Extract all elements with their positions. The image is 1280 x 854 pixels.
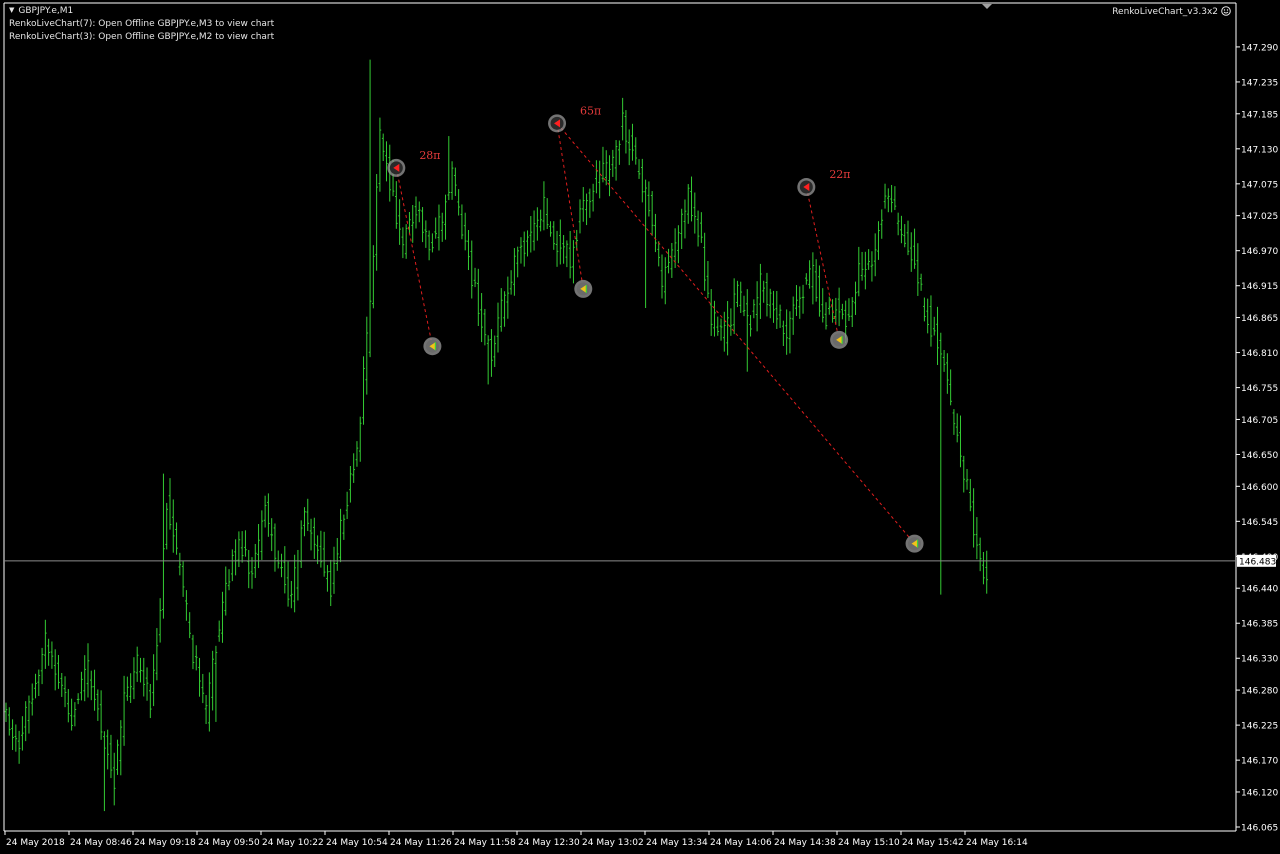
price-tick-label: 147.130	[1241, 145, 1278, 155]
time-tick-label: 24 May 10:54	[326, 838, 388, 848]
time-tick-label: 24 May 16:14	[966, 838, 1028, 848]
price-tick-label: 146.545	[1241, 518, 1278, 528]
expert-advisor-name[interactable]: RenkoLiveChart_v3.3x2	[1112, 7, 1218, 17]
pips-label: 65п	[580, 104, 601, 117]
swing-low-marker[interactable]	[423, 337, 442, 356]
price-tick-label: 146.865	[1241, 314, 1278, 324]
symbol-timeframe-label[interactable]: ▼ GBPJPY.e,M1	[9, 6, 73, 16]
price-tick-label: 146.705	[1241, 416, 1278, 426]
indicator-comment-1: RenkoLiveChart(7): Open Offline GBPJPY.e…	[9, 19, 275, 29]
price-tick-label: 146.280	[1241, 687, 1278, 697]
time-tick-label: 24 May 11:58	[454, 838, 516, 848]
chart-window[interactable]: 28п 65п 22п 147.290 147.235 147.185 147.130 14…	[0, 0, 1280, 854]
time-tick-label: 24 May 13:02	[582, 838, 644, 848]
time-tick-label: 24 May 13:34	[646, 838, 708, 848]
swing-low-marker[interactable]	[574, 279, 593, 298]
time-tick-label: 24 May 08:46	[70, 838, 132, 848]
price-tick-label: 146.330	[1241, 655, 1278, 665]
smiley-icon[interactable]	[1221, 6, 1231, 16]
swing-low-marker[interactable]	[830, 330, 849, 349]
price-tick-label: 146.225	[1241, 722, 1278, 732]
price-tick-label: 146.120	[1241, 788, 1278, 798]
price-tick-label: 146.650	[1241, 451, 1278, 461]
time-tick-label: 24 May 14:06	[710, 838, 772, 848]
time-tick-label: 24 May 10:22	[262, 838, 324, 848]
price-tick-label: 146.915	[1241, 282, 1278, 292]
price-tick-label: 147.025	[1241, 212, 1278, 222]
chart-menu-arrow-icon[interactable]: ▼	[9, 6, 14, 14]
price-tick-label: 146.600	[1241, 483, 1278, 493]
price-tick-label: 146.170	[1241, 757, 1278, 767]
price-tick-label: 147.235	[1241, 78, 1278, 88]
time-tick-label: 24 May 12:30	[518, 838, 580, 848]
swing-low-marker[interactable]	[905, 534, 924, 553]
indicator-comment-2: RenkoLiveChart(3): Open Offline GBPJPY.e…	[9, 32, 275, 42]
price-chart[interactable]: 28п 65п 22п 147.290 147.235 147.185 147.130 14…	[0, 0, 1280, 854]
pips-label: 22п	[829, 168, 850, 181]
price-tick-label: 147.185	[1241, 110, 1278, 120]
time-tick-label: 24 May 11:26	[390, 838, 452, 848]
current-price-label: 146.483	[1239, 557, 1276, 567]
price-tick-label: 146.755	[1241, 384, 1278, 394]
price-tick-label: 146.440	[1241, 585, 1278, 595]
price-tick-label: 146.810	[1241, 349, 1278, 359]
price-tick-label: 146.065	[1241, 824, 1278, 834]
time-tick-label: 24 May 15:10	[838, 838, 900, 848]
time-tick-label: 24 May 15:42	[902, 838, 964, 848]
time-tick-label: 24 May 2018	[6, 838, 65, 848]
price-tick-label: 147.075	[1241, 180, 1278, 190]
pips-label: 28п	[419, 149, 440, 162]
price-tick-label: 147.290	[1241, 43, 1278, 53]
price-tick-label: 146.970	[1241, 247, 1278, 257]
time-tick-label: 24 May 14:38	[774, 838, 836, 848]
time-tick-label: 24 May 09:18	[134, 838, 196, 848]
time-tick-label: 24 May 09:50	[198, 838, 260, 848]
price-tick-label: 146.385	[1241, 620, 1278, 630]
symbol-text: GBPJPY.e,M1	[18, 6, 74, 16]
